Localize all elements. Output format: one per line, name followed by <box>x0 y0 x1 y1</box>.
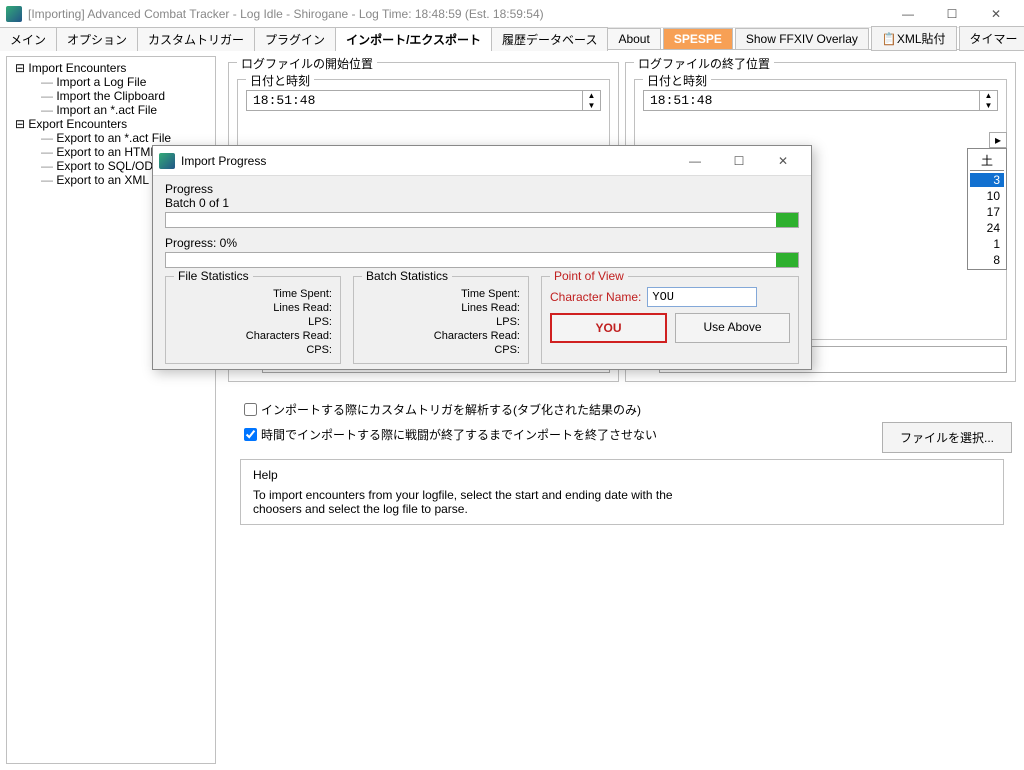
tree-import-clipboard[interactable]: Import the Clipboard <box>41 89 213 103</box>
tree-export-act[interactable]: Export to an *.act File <box>41 131 213 145</box>
file-statistics-box: File Statistics Time Spent: Lines Read: … <box>165 276 341 364</box>
dialog-minimize-button[interactable]: — <box>673 147 717 175</box>
wait-combat-end-checkbox[interactable] <box>244 428 257 441</box>
dialog-maximize-button[interactable]: ☐ <box>717 147 761 175</box>
spespe-button[interactable]: SPESPE <box>663 28 733 50</box>
parse-triggers-label: インポートする際にカスタムトリガを解析する(タブ化された結果のみ) <box>261 401 641 418</box>
chevron-up-icon[interactable]: ▲ <box>980 91 997 101</box>
import-progress-dialog: Import Progress — ☐ ✕ Progress Batch 0 o… <box>152 145 812 370</box>
chevron-down-icon[interactable]: ▼ <box>980 101 997 111</box>
select-file-button[interactable]: ファイルを選択... <box>882 422 1012 453</box>
end-time-input[interactable] <box>644 91 979 110</box>
help-body: To import encounters from your logfile, … <box>253 488 713 516</box>
app-icon <box>159 153 175 169</box>
character-name-input[interactable] <box>647 287 757 307</box>
calendar-partial[interactable]: 土 3 10 17 24 1 8 <box>967 148 1007 270</box>
tree-export-root[interactable]: Export Encounters <box>15 117 213 131</box>
point-of-view-box: Point of View Character Name: YOU Use Ab… <box>541 276 799 364</box>
start-time-spinner[interactable]: ▲▼ <box>246 90 601 111</box>
tab-history[interactable]: 履歴データベース <box>491 27 608 51</box>
tree-import-root[interactable]: Import Encounters <box>15 61 213 75</box>
progress-label: Progress <box>165 182 799 196</box>
xml-paste-button[interactable]: 📋XML貼付 <box>871 26 957 51</box>
batch-statistics-box: Batch Statistics Time Spent: Lines Read:… <box>353 276 529 364</box>
tab-customtriggers[interactable]: カスタムトリガー <box>137 27 255 51</box>
tree-import-actfile[interactable]: Import an *.act File <box>41 103 213 117</box>
tab-plugins[interactable]: プラグイン <box>254 27 336 51</box>
show-overlay-button[interactable]: Show FFXIV Overlay <box>735 28 869 50</box>
end-time-spinner[interactable]: ▲▼ <box>643 90 998 111</box>
overall-progressbar <box>165 252 799 268</box>
help-title: Help <box>253 468 991 482</box>
maximize-button[interactable]: ☐ <box>930 0 974 28</box>
calendar-next-button[interactable]: ▸ <box>989 132 1007 148</box>
chevron-down-icon[interactable]: ▼ <box>583 101 600 111</box>
progress-pct: Progress: 0% <box>165 236 799 250</box>
end-position-title: ログファイルの終了位置 <box>634 55 774 72</box>
main-tabbar: メイン オプション カスタムトリガー プラグイン インポート/エクスポート 履歴… <box>0 28 1024 50</box>
start-position-title: ログファイルの開始位置 <box>237 55 377 72</box>
minimize-button[interactable]: — <box>886 0 930 28</box>
timer-button[interactable]: タイマー <box>959 26 1024 51</box>
chevron-up-icon[interactable]: ▲ <box>583 91 600 101</box>
character-name-label: Character Name: <box>550 290 641 304</box>
tab-importexport[interactable]: インポート/エクスポート <box>335 27 492 51</box>
close-button[interactable]: ✕ <box>974 0 1018 28</box>
you-button[interactable]: YOU <box>550 313 667 343</box>
help-box: Help To import encounters from your logf… <box>240 459 1004 525</box>
tab-options[interactable]: オプション <box>56 27 138 51</box>
batch-label: Batch 0 of 1 <box>165 196 799 210</box>
dialog-title: Import Progress <box>181 154 673 168</box>
dialog-close-button[interactable]: ✕ <box>761 147 805 175</box>
window-title: [Importing] Advanced Combat Tracker - Lo… <box>28 7 886 21</box>
tab-about[interactable]: About <box>607 28 660 49</box>
batch-progressbar <box>165 212 799 228</box>
tab-main[interactable]: メイン <box>0 27 57 51</box>
use-above-button[interactable]: Use Above <box>675 313 790 343</box>
window-titlebar: [Importing] Advanced Combat Tracker - Lo… <box>0 0 1024 28</box>
start-time-input[interactable] <box>247 91 582 110</box>
tree-import-logfile[interactable]: Import a Log File <box>41 75 213 89</box>
app-icon <box>6 6 22 22</box>
paste-icon: 📋 <box>882 32 897 46</box>
wait-combat-end-label: 時間でインポートする際に戦闘が終了するまでインポートを終了させない <box>261 426 657 443</box>
parse-triggers-checkbox[interactable] <box>244 403 257 416</box>
